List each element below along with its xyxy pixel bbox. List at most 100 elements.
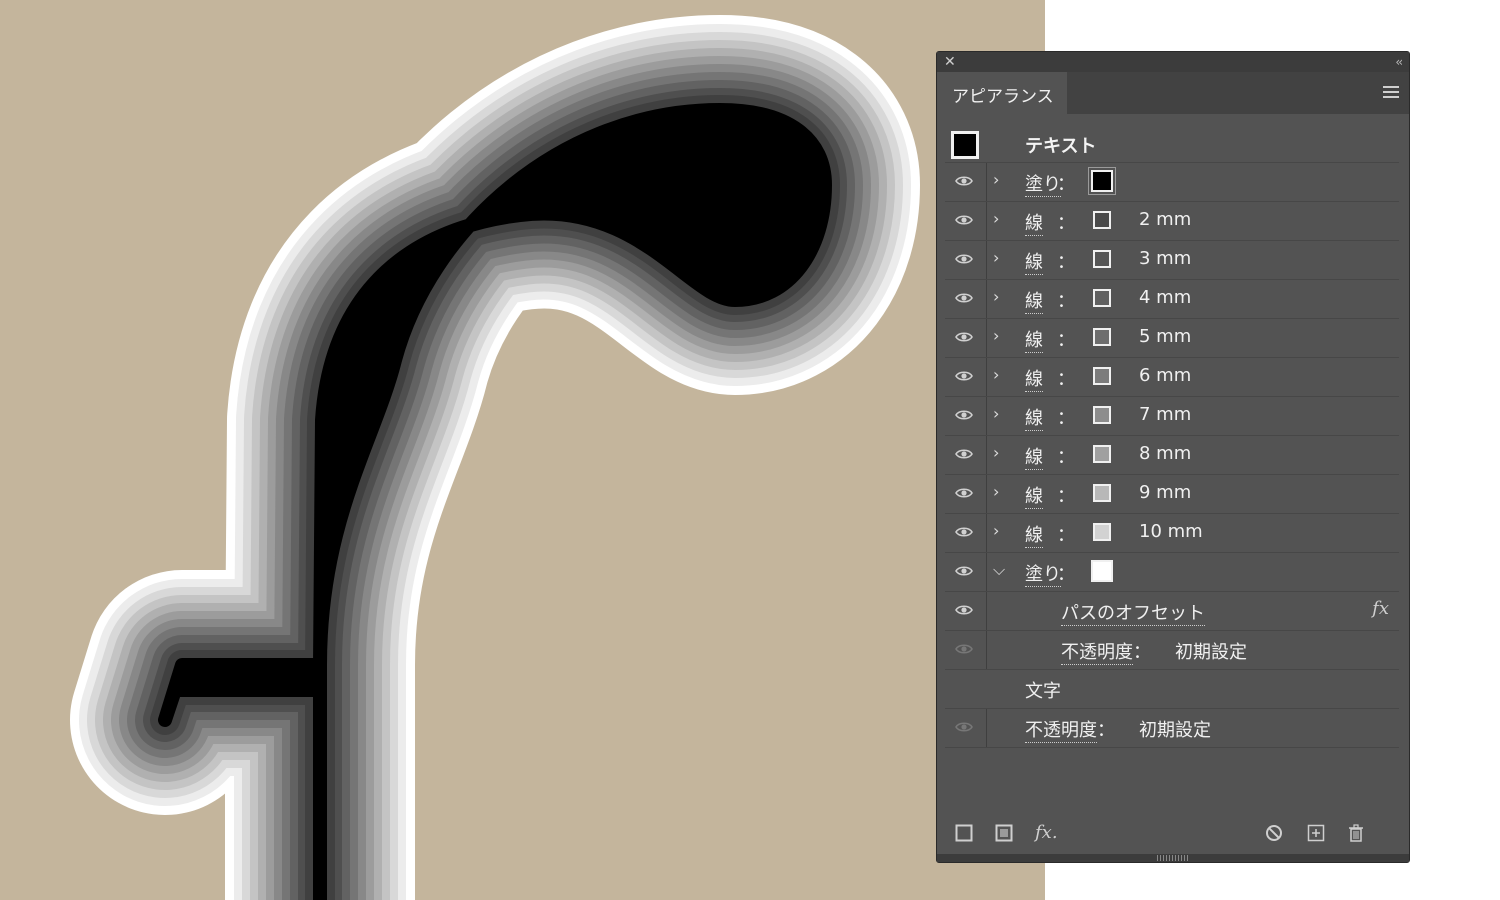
stroke-weight-value[interactable]: 9 mm [1139, 482, 1191, 503]
opacity-label[interactable]: 不透明度 [1061, 638, 1133, 665]
stroke-weight-value[interactable]: 7 mm [1139, 404, 1191, 425]
collapse-icon[interactable]: ‹‹ [1395, 53, 1402, 71]
attribute-label[interactable]: 線 [1025, 365, 1043, 392]
stroke-weight-value[interactable]: 8 mm [1139, 443, 1191, 464]
color-swatch[interactable] [1093, 445, 1111, 463]
letter-f-artwork[interactable] [0, 0, 1045, 900]
attribute-label[interactable]: 塗り [1025, 170, 1061, 197]
duplicate-item-icon[interactable] [1307, 824, 1325, 847]
close-icon[interactable]: ✕ [944, 53, 956, 71]
color-swatch[interactable] [1093, 367, 1111, 385]
color-swatch[interactable] [1088, 167, 1116, 195]
chevron-right-icon[interactable]: › [993, 365, 999, 384]
appearance-row[interactable]: › 線 ： 7 mm [945, 397, 1399, 436]
attribute-colon: ： [1057, 408, 1075, 429]
stroke-weight-value[interactable]: 2 mm [1139, 209, 1191, 230]
visibility-eye-icon[interactable] [955, 292, 973, 306]
appearance-row[interactable]: › 線 ： 10 mm [945, 514, 1399, 553]
appearance-row[interactable]: › 線 ： 2 mm [945, 202, 1399, 241]
appearance-row[interactable]: › 塗り ： [945, 163, 1399, 202]
stroke-weight-value[interactable]: 3 mm [1139, 248, 1191, 269]
add-stroke-icon[interactable] [955, 824, 973, 847]
visibility-eye-icon[interactable] [955, 487, 973, 501]
visibility-eye-icon[interactable] [955, 409, 973, 423]
color-swatch[interactable] [1093, 250, 1111, 268]
chevron-right-icon[interactable]: › [993, 404, 999, 423]
appearance-panel: ✕ ‹‹ アピアランス テキスト › 塗り ： › 線 ： 2 mm › 線 ：… [936, 51, 1410, 863]
visibility-eye-icon[interactable] [955, 526, 973, 540]
panel-titlebar[interactable]: ✕ ‹‹ [937, 52, 1409, 72]
appearance-row[interactable]: ⌵ 塗り ： [945, 553, 1399, 592]
add-fill-icon[interactable] [995, 824, 1013, 847]
fx-icon[interactable]: fx [1372, 598, 1389, 619]
appearance-row[interactable]: › 線 ： 4 mm [945, 280, 1399, 319]
chevron-right-icon[interactable]: › [993, 521, 999, 540]
attribute-label[interactable]: 塗り [1025, 560, 1061, 587]
attribute-colon: ： [1057, 291, 1075, 312]
visibility-eye-icon[interactable] [955, 214, 973, 228]
color-swatch[interactable] [1093, 484, 1111, 502]
chevron-right-icon[interactable]: › [993, 248, 999, 267]
chevron-right-icon[interactable]: › [993, 482, 999, 501]
attribute-colon: ： [1057, 486, 1075, 507]
chevron-down-icon[interactable]: ⌵ [993, 560, 1005, 580]
visibility-eye-icon[interactable] [955, 370, 973, 384]
color-swatch[interactable] [1093, 328, 1111, 346]
attribute-label[interactable]: 線 [1025, 404, 1043, 431]
clear-appearance-icon[interactable] [1265, 824, 1283, 847]
visibility-eye-icon[interactable] [955, 253, 973, 267]
color-swatch[interactable] [1093, 406, 1111, 424]
attribute-label[interactable]: 線 [1025, 209, 1043, 236]
chevron-right-icon[interactable]: › [993, 443, 999, 462]
add-effect-button[interactable]: fx. [1035, 822, 1058, 843]
opacity-colon: ： [1133, 642, 1151, 663]
visibility-eye-icon[interactable] [955, 331, 973, 345]
opacity-label[interactable]: 不透明度 [1025, 716, 1097, 743]
appearance-row[interactable]: › 線 ： 8 mm [945, 436, 1399, 475]
chevron-right-icon[interactable]: › [993, 170, 999, 189]
tab-appearance[interactable]: アピアランス [937, 72, 1067, 114]
chevron-right-icon[interactable]: › [993, 287, 999, 306]
opacity-value: 初期設定 [1175, 642, 1247, 663]
appearance-row[interactable]: › 線 ： 5 mm [945, 319, 1399, 358]
text-opacity-row[interactable]: 不透明度 ： 初期設定 [945, 709, 1399, 748]
visibility-eye-icon[interactable] [955, 565, 973, 579]
stroke-weight-value[interactable]: 10 mm [1139, 521, 1203, 542]
attribute-label[interactable]: 線 [1025, 521, 1043, 548]
chevron-right-icon[interactable]: › [993, 209, 999, 228]
stroke-weight-value[interactable]: 4 mm [1139, 287, 1191, 308]
appearance-header[interactable]: テキスト [945, 124, 1399, 163]
panel-resize-handle[interactable] [937, 854, 1409, 862]
visibility-eye-icon[interactable] [955, 175, 973, 189]
attribute-label[interactable]: 線 [1025, 482, 1043, 509]
appearance-row[interactable]: › 線 ： 3 mm [945, 241, 1399, 280]
visibility-eye-icon[interactable] [955, 643, 973, 657]
color-swatch[interactable] [1093, 211, 1111, 229]
appearance-row[interactable]: › 線 ： 6 mm [945, 358, 1399, 397]
artboard-canvas[interactable] [0, 0, 1045, 900]
visibility-eye-icon[interactable] [955, 604, 973, 618]
chevron-right-icon[interactable]: › [993, 326, 999, 345]
panel-menu-icon[interactable] [1383, 86, 1399, 100]
attribute-label[interactable]: 線 [1025, 326, 1043, 353]
opacity-colon: ： [1097, 720, 1115, 741]
effect-offset-path-link[interactable]: パスのオフセット [1061, 599, 1205, 626]
text-thumbnail [951, 131, 979, 159]
stroke-weight-value[interactable]: 5 mm [1139, 326, 1191, 347]
trash-icon[interactable] [1347, 824, 1365, 847]
attribute-label[interactable]: 線 [1025, 443, 1043, 470]
appearance-row[interactable]: › 線 ： 9 mm [945, 475, 1399, 514]
visibility-eye-icon[interactable] [955, 721, 973, 735]
stroke-weight-value[interactable]: 6 mm [1139, 365, 1191, 386]
effect-row[interactable]: パスのオフセット fx [945, 592, 1399, 631]
attribute-label[interactable]: 線 [1025, 248, 1043, 275]
fill-opacity-row[interactable]: 不透明度 ： 初期設定 [945, 631, 1399, 670]
attribute-label[interactable]: 線 [1025, 287, 1043, 314]
characters-label[interactable]: 文字 [1025, 677, 1061, 703]
characters-row[interactable]: 文字 [945, 670, 1399, 709]
visibility-eye-icon[interactable] [955, 448, 973, 462]
tab-appearance-label: アピアランス [952, 87, 1054, 107]
color-swatch[interactable] [1091, 560, 1113, 582]
color-swatch[interactable] [1093, 523, 1111, 541]
color-swatch[interactable] [1093, 289, 1111, 307]
